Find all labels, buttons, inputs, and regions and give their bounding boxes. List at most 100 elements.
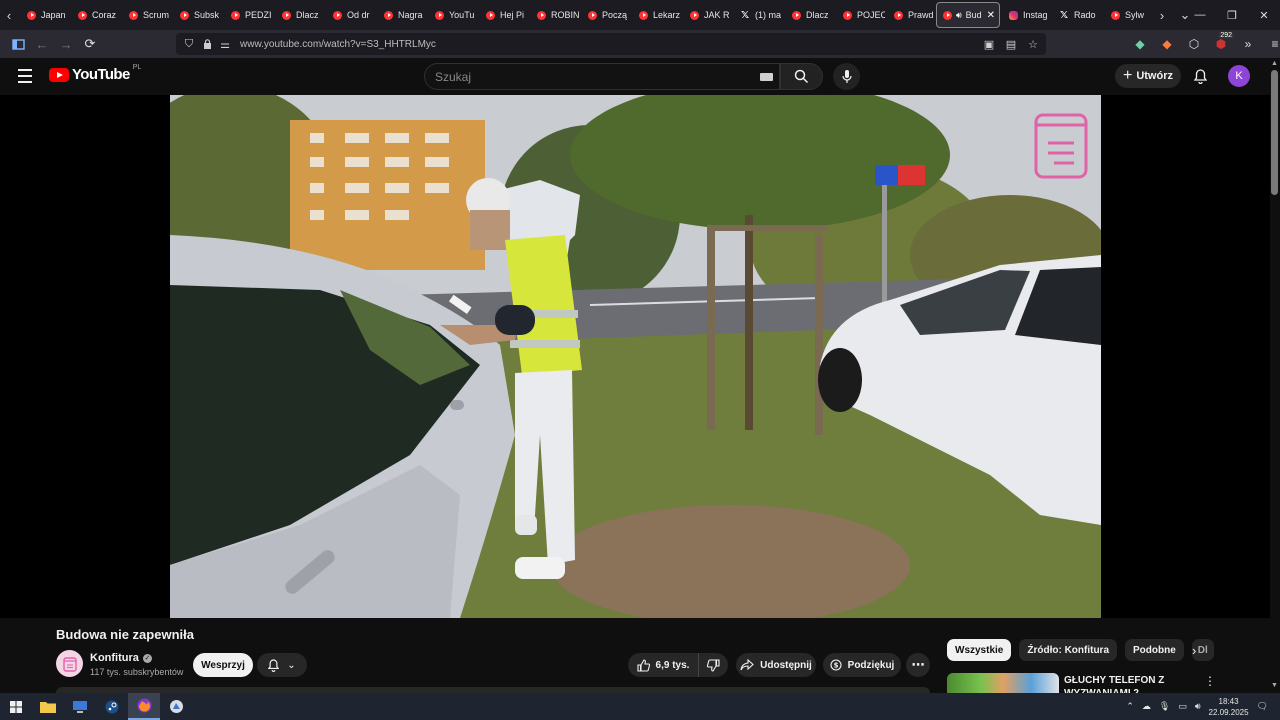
search-input[interactable]: Szukaj [424, 63, 780, 90]
microphone-tray-icon[interactable]: 🎙︎ [1159, 701, 1170, 712]
channel-name[interactable]: Konfitura ✓ [90, 652, 152, 664]
browser-tab[interactable]: Scrum [120, 2, 171, 28]
tab-label: Rado [1074, 10, 1096, 20]
clock[interactable]: 18:43 22.09.2025 [1209, 696, 1249, 718]
reader-view-icon[interactable]: ▤ [1002, 38, 1020, 51]
search-button[interactable] [780, 63, 823, 90]
overflow-chevrons-icon[interactable]: » [1236, 32, 1260, 56]
create-button[interactable]: + Utwórz [1115, 64, 1181, 88]
back-arrow-icon[interactable]: ← [30, 32, 54, 56]
reload-icon[interactable]: ⟳ [78, 32, 102, 56]
notifications-bell-icon[interactable] [1189, 65, 1211, 87]
ublock-extension-icon[interactable]: ⬢ 292 [1209, 32, 1234, 56]
keyboard-icon[interactable] [760, 72, 773, 81]
puzzle-extension-icon[interactable]: ⬡ [1182, 32, 1206, 56]
system-tray: ⌃ ☁ 🎙︎ ▭ 🔊︎ 18:43 22.09.2025 🗨︎ [1126, 693, 1280, 720]
browser-tab[interactable]: Subsk [171, 2, 222, 28]
scroll-up-arrow-icon[interactable]: ▲ [1271, 60, 1278, 67]
youtube-logo[interactable]: YouTube PL [49, 64, 141, 83]
restore-icon[interactable]: ❐ [1216, 0, 1248, 30]
browser-tab[interactable]: POJEC [834, 2, 885, 28]
browser-tab[interactable]: Sylw [1102, 2, 1153, 28]
bookmark-star-icon[interactable]: ☆ [1024, 38, 1042, 51]
sidebar-toggle-icon[interactable] [6, 32, 30, 56]
tabs-scroll-right-icon[interactable]: › [1153, 0, 1171, 30]
voice-search-button[interactable] [833, 63, 860, 90]
scrollbar-thumb[interactable] [1271, 70, 1278, 195]
subscription-notifications-button[interactable]: ⌄ [257, 653, 307, 677]
tabs-scroll-left-icon[interactable]: ‹ [0, 0, 18, 30]
browser-tab[interactable]: Coraz [69, 2, 120, 28]
browser-tab[interactable]: PEDZI [222, 2, 273, 28]
app-menu-icon[interactable]: ≡ [1263, 32, 1280, 56]
video-frame-image [170, 95, 1101, 618]
browser-tab[interactable]: Instag [1000, 2, 1051, 28]
tray-overflow-chevron-icon[interactable]: ⌃ [1126, 701, 1134, 712]
chip-all[interactable]: Wszystkie [947, 639, 1012, 661]
network-icon[interactable]: ▭ [1178, 701, 1187, 712]
onedrive-cloud-icon[interactable]: ☁ [1142, 701, 1151, 712]
video-frame[interactable] [170, 95, 1101, 618]
video-title: Budowa nie zapewniła [56, 627, 194, 642]
chips-next-arrow-icon[interactable]: › [1192, 643, 1196, 658]
browser-tab[interactable]: Od dr [324, 2, 375, 28]
shield-icon[interactable]: ⛉ [180, 38, 198, 51]
browser-tab[interactable]: Nagra [375, 2, 426, 28]
browser-tab[interactable]: Japan [18, 2, 69, 28]
picture-in-picture-icon[interactable]: ▣ [980, 38, 998, 51]
browser-tab[interactable]: JAK R [681, 2, 732, 28]
browser-tab[interactable]: Hej Pi [477, 2, 528, 28]
close-window-icon[interactable]: ✕ [1248, 0, 1280, 30]
notifications-center-icon[interactable]: 🗨︎ [1257, 701, 1268, 712]
site-permissions-icon[interactable]: ⚌ [216, 38, 234, 51]
lock-icon[interactable] [198, 39, 216, 49]
browser-tab[interactable]: Prawd [885, 2, 936, 28]
video-player[interactable] [0, 95, 1270, 618]
url-text[interactable]: www.youtube.com/watch?v=S3_HHTRLMyc [240, 39, 436, 50]
share-button[interactable]: Udostępnij [736, 653, 816, 677]
windows-start-icon[interactable] [0, 693, 32, 720]
account-avatar[interactable]: K [1228, 65, 1250, 87]
hamburger-menu-icon[interactable] [14, 66, 36, 86]
forward-arrow-icon[interactable]: → [54, 32, 78, 56]
extension-icons: ◆ ◆ ⬡ ⬢ 292 » ≡ [1128, 32, 1280, 56]
firefox-icon[interactable] [128, 693, 160, 720]
browser-tab[interactable]: 𝕏 Rado [1051, 2, 1102, 28]
minimize-icon[interactable]: — [1184, 0, 1216, 30]
app-blue-icon[interactable] [160, 693, 192, 720]
shield-extension-icon[interactable]: ◆ [1128, 32, 1152, 56]
address-bar[interactable]: ⛉ ⚌ www.youtube.com/watch?v=S3_HHTRLMyc … [176, 33, 1046, 55]
verified-check-icon: ✓ [142, 653, 152, 663]
scroll-down-arrow-icon[interactable]: ▼ [1271, 682, 1278, 689]
recommendation-thumbnail[interactable] [947, 673, 1059, 693]
tab-label: Subsk [194, 10, 220, 20]
browser-tab[interactable]: Dlacz [273, 2, 324, 28]
like-button[interactable]: 6,9 tys. [628, 653, 698, 677]
support-button[interactable]: Wesprzyj [193, 653, 253, 677]
speaker-icon[interactable]: 🔊︎ [956, 10, 962, 21]
browser-tab[interactable]: Dlacz [783, 2, 834, 28]
browser-tab[interactable]: Lekarz [630, 2, 681, 28]
more-actions-icon[interactable]: ⋯ [906, 653, 930, 677]
window-controls: — ❐ ✕ [1184, 0, 1280, 30]
share-label: Udostępnij [760, 659, 812, 671]
steam-icon[interactable] [96, 693, 128, 720]
browser-tab[interactable]: 𝕏 (1) ma [732, 2, 783, 28]
volume-icon[interactable]: 🔊︎ [1195, 701, 1201, 712]
tab-active[interactable]: 🔊︎ Bud ✕ [936, 2, 1000, 28]
recommendation-menu-icon[interactable]: ⋮ [1204, 674, 1216, 688]
channel-avatar[interactable] [56, 650, 83, 677]
chip-similar[interactable]: Podobne [1125, 639, 1184, 661]
browser-tab[interactable]: ROBIN [528, 2, 579, 28]
chip-source-channel[interactable]: Źródło: Konfitura [1019, 639, 1118, 661]
recommendation-title[interactable]: GŁUCHY TELEFON Z WYZWANIAMI 2 [1064, 674, 1184, 693]
close-tab-icon[interactable]: ✕ [987, 10, 995, 21]
browser-tab[interactable]: Począ [579, 2, 630, 28]
tab-label: Hej Pi [500, 10, 525, 20]
browser-tab[interactable]: YouTu [426, 2, 477, 28]
fox-extension-icon[interactable]: ◆ [1155, 32, 1179, 56]
dislike-button[interactable] [698, 653, 728, 677]
thanks-button[interactable]: $ Podziękuj [823, 653, 901, 677]
file-explorer-icon[interactable] [32, 693, 64, 720]
remote-desktop-icon[interactable] [64, 693, 96, 720]
